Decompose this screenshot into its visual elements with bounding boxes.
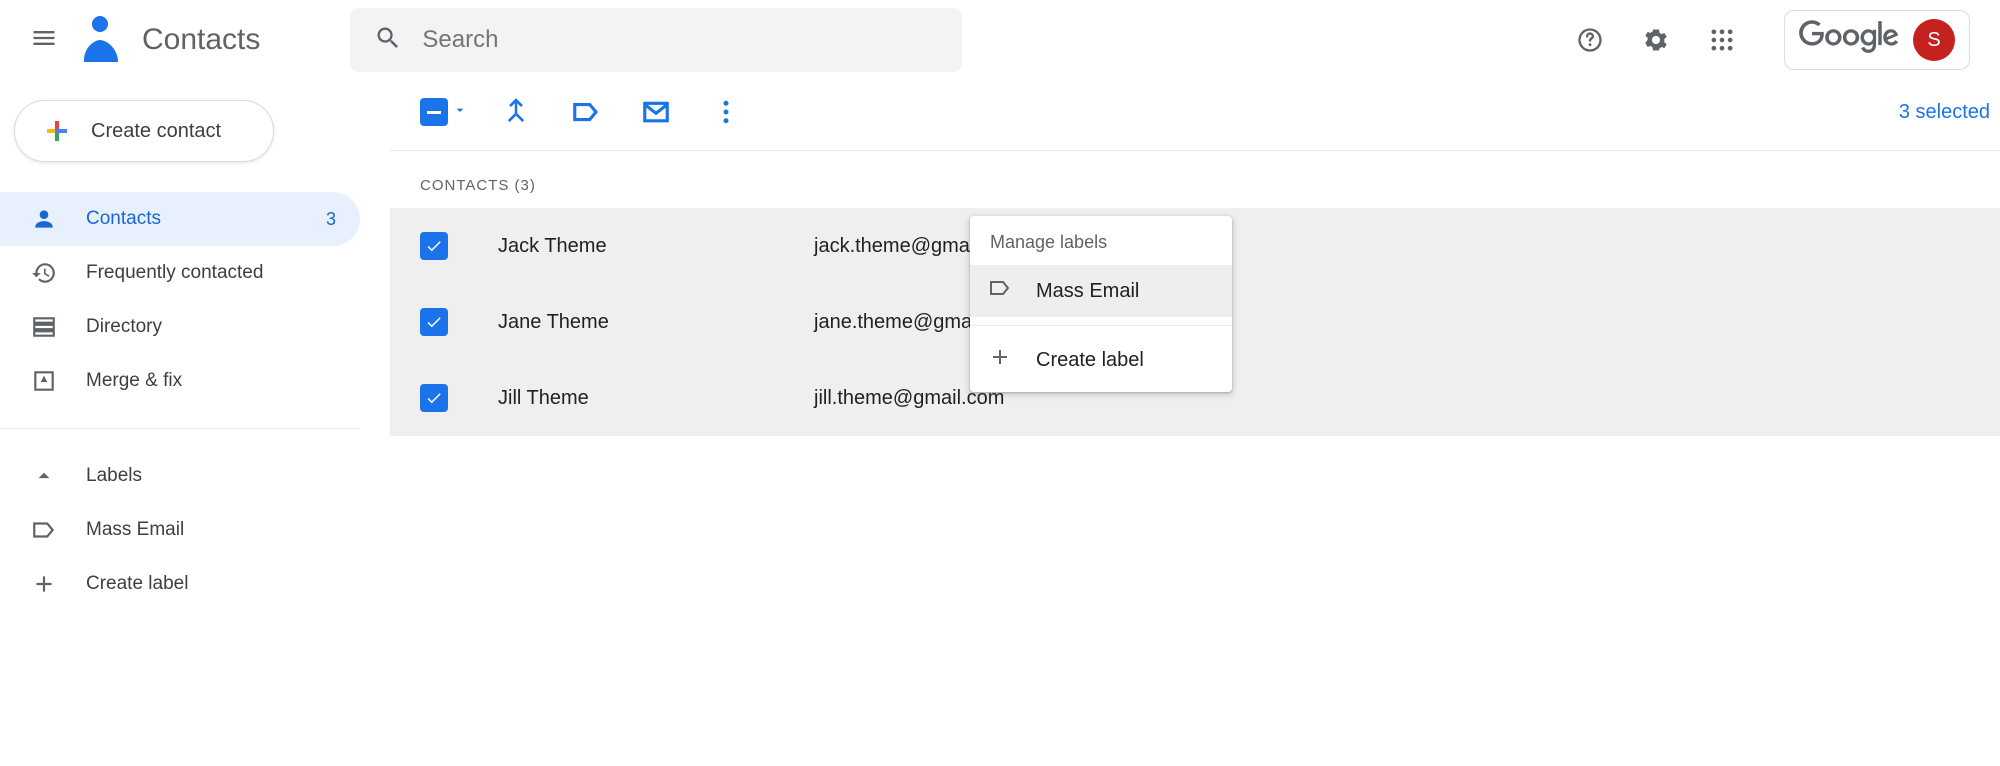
sidebar-labels-header: Labels — [86, 465, 336, 487]
plus-icon — [988, 345, 1012, 375]
main-content: 3 selected CONTACTS (3) Jack Theme jack.… — [390, 80, 2000, 766]
chevron-up-icon — [30, 463, 58, 489]
app-title: Contacts — [142, 23, 260, 57]
merge-button[interactable] — [494, 90, 538, 134]
sidebar-create-label[interactable]: Create label — [0, 557, 360, 611]
sidebar-create-label-text: Create label — [86, 573, 336, 595]
search-icon — [374, 24, 402, 57]
avatar[interactable]: S — [1913, 19, 1955, 61]
person-icon — [30, 206, 58, 232]
label-icon — [988, 276, 1012, 306]
account-chip[interactable]: S — [1784, 10, 1970, 70]
row-checkbox[interactable] — [420, 308, 448, 336]
contacts-app-icon — [78, 14, 118, 67]
sidebar: Create contact Contacts 3 Frequently con… — [0, 80, 390, 766]
dropdown-title: Manage labels — [970, 216, 1232, 265]
sidebar-label-mass-email[interactable]: Mass Email — [0, 503, 360, 557]
sidebar-label-name: Mass Email — [86, 519, 336, 541]
sidebar-item-contacts[interactable]: Contacts 3 — [0, 192, 360, 246]
row-checkbox[interactable] — [420, 384, 448, 412]
plus-multicolor-icon — [39, 113, 75, 149]
sidebar-item-frequently[interactable]: Frequently contacted — [0, 246, 360, 300]
apps-icon[interactable] — [1698, 16, 1746, 64]
selection-count: 3 selected — [1899, 101, 1990, 124]
chevron-down-icon[interactable] — [452, 102, 468, 123]
create-contact-button[interactable]: Create contact — [14, 100, 274, 162]
contact-name: Jane Theme — [498, 311, 814, 334]
more-actions-button[interactable] — [704, 90, 748, 134]
menu-icon[interactable] — [30, 24, 58, 57]
dropdown-create-label[interactable]: Create label — [970, 334, 1232, 386]
sidebar-item-merge-fix[interactable]: Merge & fix — [0, 354, 360, 408]
send-email-button[interactable] — [634, 90, 678, 134]
search-input[interactable] — [422, 26, 938, 54]
sidebar-divider — [0, 428, 360, 429]
sidebar-labels-toggle[interactable]: Labels — [0, 449, 360, 503]
manage-labels-button[interactable] — [564, 90, 608, 134]
search-bar[interactable] — [350, 8, 962, 72]
directory-icon — [30, 314, 58, 340]
merge-fix-icon — [30, 368, 58, 394]
plus-icon — [30, 571, 58, 597]
contact-name: Jill Theme — [498, 387, 814, 410]
help-icon[interactable] — [1566, 16, 1614, 64]
contacts-section-title: CONTACTS (3) — [390, 150, 2000, 208]
label-icon — [30, 517, 58, 543]
sidebar-item-label: Merge & fix — [86, 370, 336, 392]
dropdown-label-text: Mass Email — [1036, 280, 1139, 303]
dropdown-label-item[interactable]: Mass Email — [970, 265, 1232, 317]
sidebar-item-label: Frequently contacted — [86, 262, 336, 284]
manage-labels-dropdown: Manage labels Mass Email Create label — [970, 216, 1232, 392]
sidebar-item-label: Directory — [86, 316, 336, 338]
row-checkbox[interactable] — [420, 232, 448, 260]
sidebar-item-label: Contacts — [86, 208, 298, 230]
selection-checkbox[interactable] — [420, 98, 468, 126]
history-icon — [30, 260, 58, 286]
dropdown-create-label-text: Create label — [1036, 349, 1144, 372]
google-logo — [1799, 20, 1899, 61]
app-header: Contacts S — [0, 0, 2000, 80]
contact-name: Jack Theme — [498, 235, 814, 258]
indeterminate-icon — [420, 98, 448, 126]
sidebar-item-count: 3 — [326, 209, 336, 230]
dropdown-divider — [970, 325, 1232, 326]
settings-icon[interactable] — [1632, 16, 1680, 64]
selection-toolbar: 3 selected — [390, 88, 2000, 136]
create-contact-label: Create contact — [91, 120, 221, 143]
sidebar-item-directory[interactable]: Directory — [0, 300, 360, 354]
